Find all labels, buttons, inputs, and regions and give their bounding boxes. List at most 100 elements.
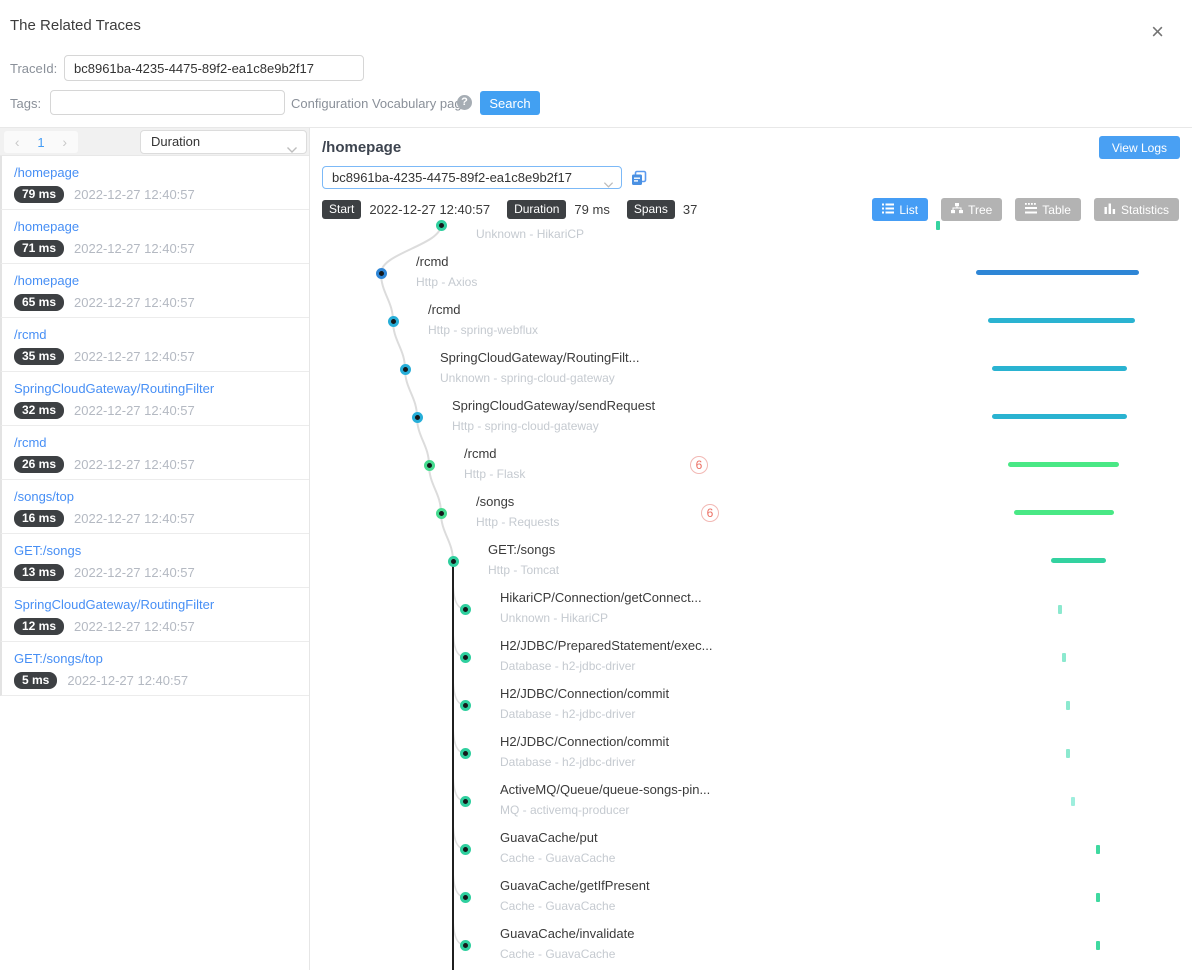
- question-icon[interactable]: ?: [457, 95, 472, 110]
- sort-select[interactable]: Duration: [140, 130, 307, 154]
- trace-list-item[interactable]: /homepage79 ms2022-12-27 12:40:57: [0, 156, 309, 210]
- span-service-label: Http - Axios: [416, 275, 477, 289]
- span-duration-bar: [992, 414, 1127, 419]
- span-duration-bar: [988, 318, 1135, 323]
- span-dot-icon: [460, 748, 471, 759]
- span-row[interactable]: /rcmdHttp - Flask6: [310, 441, 1192, 489]
- prev-page-icon[interactable]: ‹: [11, 134, 24, 150]
- trace-link[interactable]: /homepage: [14, 219, 297, 234]
- span-duration-bar: [992, 366, 1127, 371]
- span-row[interactable]: Unknown - HikariCP: [310, 218, 1192, 249]
- page-number[interactable]: 1: [37, 135, 44, 150]
- trace-list-item[interactable]: GET:/songs13 ms2022-12-27 12:40:57: [0, 534, 309, 588]
- table-icon: [1025, 203, 1037, 217]
- trace-link[interactable]: /rcmd: [14, 435, 297, 450]
- span-duration-tick: [936, 221, 940, 230]
- copy-icon[interactable]: [631, 170, 647, 186]
- tab-list-label: List: [899, 203, 918, 217]
- trace-list-item[interactable]: /songs/top16 ms2022-12-27 12:40:57: [0, 480, 309, 534]
- span-row[interactable]: H2/JDBC/PreparedStatement/exec...Databas…: [310, 633, 1192, 681]
- span-service-label: Database - h2-jdbc-driver: [500, 659, 635, 673]
- span-duration-tick: [1096, 845, 1100, 854]
- duration-badge: 65 ms: [14, 294, 64, 311]
- trace-list-item[interactable]: SpringCloudGateway/RoutingFilter32 ms202…: [0, 372, 309, 426]
- span-row[interactable]: /rcmdHttp - Axios: [310, 249, 1192, 297]
- close-icon[interactable]: ×: [1151, 22, 1164, 42]
- view-logs-button[interactable]: View Logs: [1099, 136, 1180, 159]
- trace-detail-header: /homepage View Logs bc8961ba-4235-4475-8…: [310, 128, 1192, 221]
- span-row[interactable]: GuavaCache/invalidateCache - GuavaCache: [310, 921, 1192, 969]
- next-page-icon[interactable]: ›: [58, 134, 71, 150]
- span-name: GuavaCache/getIfPresent: [500, 878, 650, 893]
- span-dot-icon: [460, 940, 471, 951]
- tags-input[interactable]: [50, 90, 285, 115]
- span-row[interactable]: GuavaCache/getIfPresentCache - GuavaCach…: [310, 873, 1192, 921]
- span-row[interactable]: H2/JDBC/Connection/commitDatabase - h2-j…: [310, 729, 1192, 777]
- search-button[interactable]: Search: [480, 91, 540, 115]
- span-count-badge: 6: [701, 504, 719, 522]
- span-dot-icon: [460, 844, 471, 855]
- trace-id-select-value: bc8961ba-4235-4475-89f2-ea1c8e9b2f17: [332, 170, 572, 185]
- span-service-label: Database - h2-jdbc-driver: [500, 707, 635, 721]
- chevron-down-icon: [603, 174, 614, 189]
- span-dot-icon: [460, 700, 471, 711]
- span-service-label: Http - Tomcat: [488, 563, 559, 577]
- trace-list-item[interactable]: /homepage 71 ms 2022-12-27 12:40:57: [0, 210, 309, 264]
- span-duration-tick: [1062, 653, 1066, 662]
- vocabulary-link[interactable]: Configuration Vocabulary page: [291, 96, 469, 111]
- start-value: 2022-12-27 12:40:57: [369, 202, 490, 217]
- span-row[interactable]: H2/JDBC/Connection/commit Database - h2-j…: [310, 681, 1192, 729]
- span-dot-icon: [448, 556, 459, 567]
- span-service-label: Http - spring-cloud-gateway: [452, 419, 599, 433]
- span-row[interactable]: GET:/songsHttp - Tomcat: [310, 537, 1192, 585]
- duration-badge: 13 ms: [14, 564, 64, 581]
- span-row[interactable]: SpringCloudGateway/RoutingFilt...Unknown…: [310, 345, 1192, 393]
- trace-timestamp: 2022-12-27 12:40:57: [74, 241, 195, 256]
- trace-link[interactable]: /songs/top: [14, 489, 297, 504]
- tab-tree-label: Tree: [968, 203, 992, 217]
- traceid-input[interactable]: [64, 55, 364, 81]
- trace-list-toolbar: ‹ 1 › Duration: [0, 128, 309, 156]
- related-traces-modal: The Related Traces × TraceId: Tags: Conf…: [0, 0, 1192, 970]
- span-row[interactable]: HikariCP/Connection/getConnect...Unknown…: [310, 585, 1192, 633]
- span-dot-icon: [400, 364, 411, 375]
- trace-list-item[interactable]: GET:/songs/top5 ms2022-12-27 12:40:57: [0, 642, 309, 696]
- trace-timestamp: 2022-12-27 12:40:57: [74, 619, 195, 634]
- span-name: /rcmd: [464, 446, 497, 461]
- trace-list-item[interactable]: SpringCloudGateway/RoutingFilter 12 ms 202…: [0, 588, 309, 642]
- span-row[interactable]: /songsHttp - Requests6: [310, 489, 1192, 537]
- span-service-label: Unknown - HikariCP: [476, 227, 584, 241]
- span-row[interactable]: SpringCloudGateway/sendRequestHttp - spr…: [310, 393, 1192, 441]
- span-name: ActiveMQ/Queue/queue-songs-pin...: [500, 782, 710, 797]
- trace-list-item[interactable]: /rcmd35 ms2022-12-27 12:40:57: [0, 318, 309, 372]
- tab-table-label: Table: [1042, 203, 1071, 217]
- trace-link[interactable]: /homepage: [14, 273, 297, 288]
- span-waterfall: Unknown - HikariCP/rcmdHttp - Axios/rcmd…: [310, 218, 1192, 970]
- trace-link[interactable]: /rcmd: [14, 327, 297, 342]
- span-dot-icon: [436, 220, 447, 231]
- trace-link[interactable]: SpringCloudGateway/RoutingFilter: [14, 381, 297, 396]
- pagination: ‹ 1 ›: [4, 131, 78, 153]
- statistics-icon: [1104, 203, 1116, 217]
- trace-list-item[interactable]: /rcmd26 ms2022-12-27 12:40:57: [0, 426, 309, 480]
- trace-link[interactable]: GET:/songs/top: [14, 651, 297, 666]
- span-duration-tick: [1058, 605, 1062, 614]
- span-duration-bar: [1008, 462, 1119, 467]
- span-row[interactable]: GuavaCache/putCache - GuavaCache: [310, 825, 1192, 873]
- trace-list-item[interactable]: /homepage65 ms2022-12-27 12:40:57: [0, 264, 309, 318]
- span-row[interactable]: /rcmdHttp - spring-webflux: [310, 297, 1192, 345]
- trace-id-select[interactable]: bc8961ba-4235-4475-89f2-ea1c8e9b2f17: [322, 166, 622, 189]
- span-dot-icon: [460, 796, 471, 807]
- duration-badge: 71 ms: [14, 240, 64, 257]
- spans-badge: Spans: [627, 200, 675, 219]
- span-duration-tick: [1066, 749, 1070, 758]
- trace-link[interactable]: /homepage: [14, 165, 297, 180]
- span-name: H2/JDBC/Connection/commit: [500, 686, 669, 701]
- span-row[interactable]: ActiveMQ/Queue/queue-songs-pin...MQ - ac…: [310, 777, 1192, 825]
- duration-badge: 35 ms: [14, 348, 64, 365]
- tree-icon: [951, 203, 963, 217]
- trace-link[interactable]: GET:/songs: [14, 543, 297, 558]
- trace-link[interactable]: SpringCloudGateway/RoutingFilter: [14, 597, 297, 612]
- span-duration-tick: [1096, 941, 1100, 950]
- duration-badge: 12 ms: [14, 618, 64, 635]
